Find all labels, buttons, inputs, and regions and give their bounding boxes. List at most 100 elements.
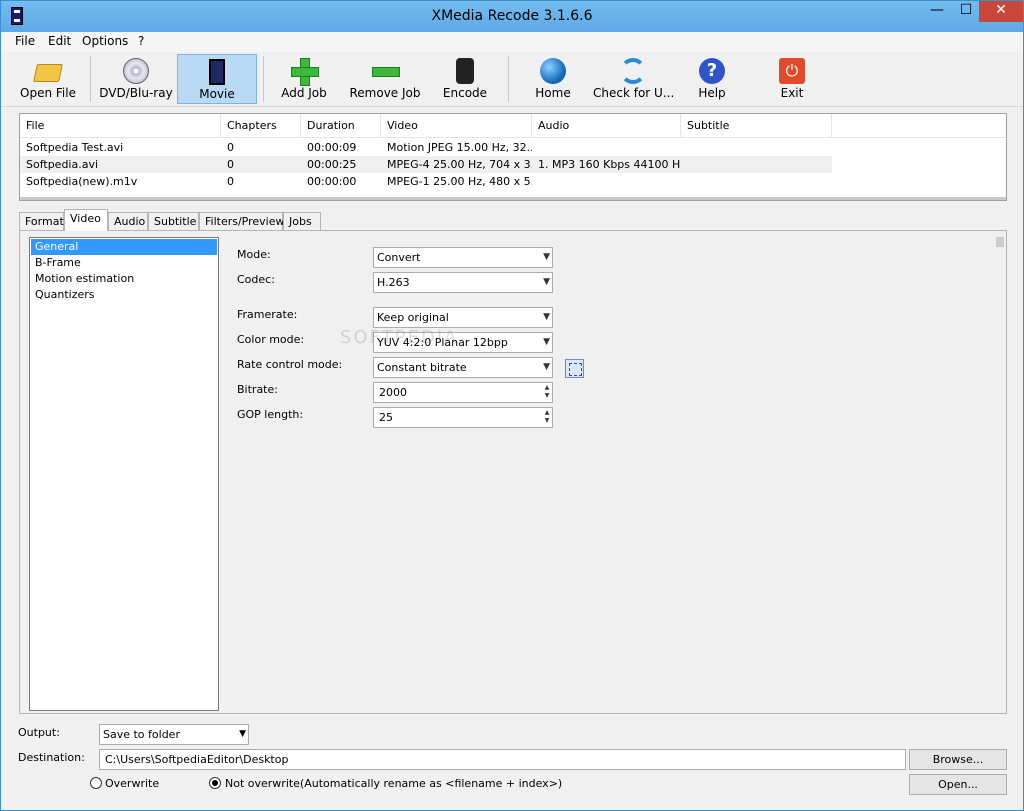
chevron-down-icon: ▼ — [239, 729, 246, 739]
tab-filters-preview[interactable]: Filters/Preview — [199, 212, 285, 231]
bitrate-label: Bitrate: — [237, 383, 278, 396]
color-mode-label: Color mode: — [237, 333, 305, 346]
remove-job-button[interactable]: Remove Job — [346, 54, 424, 104]
column-header-duration[interactable]: Duration — [301, 114, 381, 138]
nav-item-bframe[interactable]: B-Frame — [31, 255, 217, 271]
tab-video[interactable]: Video — [64, 209, 108, 231]
encode-button[interactable]: Encode — [434, 54, 496, 104]
video-settings-nav: General B-Frame Motion estimation Quanti… — [29, 237, 219, 711]
codec-select-value: H.263 — [377, 276, 410, 289]
power-icon: ⏻ — [779, 58, 805, 84]
table-row[interactable]: Softpedia(new).m1v 0 00:00:00 MPEG-1 25.… — [20, 173, 832, 190]
nav-item-motion-estimation[interactable]: Motion estimation — [31, 271, 217, 287]
file-list[interactable]: File Chapters Duration Video Audio Subti… — [19, 113, 1007, 201]
help-button[interactable]: ? Help — [683, 54, 741, 104]
destination-label: Destination: — [18, 751, 85, 764]
nav-item-quantizers[interactable]: Quantizers — [31, 287, 217, 303]
menu-help[interactable]: ? — [136, 34, 146, 48]
movie-button[interactable]: Movie — [177, 54, 257, 104]
movie-label: Movie — [199, 87, 235, 101]
video-tab-panel: General B-Frame Motion estimation Quanti… — [19, 230, 1007, 714]
browse-button[interactable]: Browse... — [909, 749, 1007, 770]
app-window: XMedia Recode 3.1.6.6 — ☐ ✕ File Edit Op… — [0, 0, 1024, 811]
maximize-button[interactable]: ☐ — [952, 1, 980, 22]
bitrate-stepper[interactable]: 2000 ▲ ▼ — [373, 382, 553, 403]
remove-job-label: Remove Job — [349, 86, 421, 100]
spin-arrows-icon[interactable]: ▲ ▼ — [543, 384, 551, 401]
not-overwrite-label[interactable]: Not overwrite(Automatically rename as <f… — [225, 777, 562, 790]
output-label: Output: — [18, 726, 60, 739]
tab-jobs[interactable]: Jobs — [283, 212, 321, 231]
home-button[interactable]: Home — [523, 54, 583, 104]
cell-video: MPEG-1 25.00 Hz, 480 x 5... — [387, 175, 532, 188]
framerate-select[interactable]: Keep original ▼ — [373, 307, 553, 328]
chevron-down-icon: ▼ — [543, 252, 550, 262]
not-overwrite-radio[interactable] — [209, 777, 221, 789]
tab-format[interactable]: Format — [19, 212, 64, 231]
column-header-file[interactable]: File — [20, 114, 221, 138]
open-file-label: Open File — [20, 86, 76, 100]
add-job-button[interactable]: Add Job — [273, 54, 335, 104]
column-header-subtitle[interactable]: Subtitle — [681, 114, 832, 138]
spin-arrows-icon[interactable]: ▲ ▼ — [543, 409, 551, 426]
overwrite-radio[interactable] — [90, 777, 102, 789]
cell-subtitle — [681, 156, 832, 173]
calculator-icon[interactable] — [565, 359, 584, 378]
check-updates-button[interactable]: Check for U... — [593, 54, 674, 104]
folder-icon — [33, 64, 63, 82]
title-bar[interactable]: XMedia Recode 3.1.6.6 — ☐ ✕ — [1, 1, 1023, 32]
gop-length-stepper[interactable]: 25 ▲ ▼ — [373, 407, 553, 428]
nav-item-general[interactable]: General — [31, 239, 217, 255]
encode-label: Encode — [442, 86, 488, 100]
cell-video: Motion JPEG 15.00 Hz, 32... — [387, 141, 532, 154]
toolbar-separator — [90, 56, 91, 102]
home-label: Home — [535, 86, 571, 100]
file-list-header: File Chapters Duration Video Audio Subti… — [20, 114, 1006, 138]
close-button[interactable]: ✕ — [979, 1, 1023, 22]
open-button[interactable]: Open... — [909, 774, 1007, 795]
rate-control-select[interactable]: Constant bitrate ▼ — [373, 357, 553, 378]
framerate-select-value: Keep original — [377, 311, 449, 324]
add-job-label: Add Job — [281, 86, 327, 100]
watermark: SOFTPEDIA — [340, 327, 459, 348]
cell-audio — [532, 139, 681, 156]
film-icon — [209, 59, 225, 85]
column-header-chapters[interactable]: Chapters — [221, 114, 301, 138]
cell-duration: 00:00:25 — [307, 158, 357, 171]
menu-options[interactable]: Options — [80, 34, 130, 48]
framerate-label: Framerate: — [237, 308, 298, 321]
destination-input[interactable]: C:\Users\SoftpediaEditor\Desktop — [99, 749, 906, 770]
help-label: Help — [698, 86, 726, 100]
exit-button[interactable]: ⏻ Exit — [763, 54, 821, 104]
exit-label: Exit — [780, 86, 804, 100]
overwrite-label[interactable]: Overwrite — [105, 777, 159, 790]
codec-select[interactable]: H.263 ▼ — [373, 272, 553, 293]
toolbar-separator — [263, 56, 264, 102]
horizontal-scrollbar[interactable] — [20, 197, 1006, 200]
column-header-audio[interactable]: Audio — [532, 114, 681, 138]
cell-duration: 00:00:09 — [307, 141, 357, 154]
mode-label: Mode: — [237, 248, 271, 261]
cell-file: Softpedia(new).m1v — [26, 175, 138, 188]
menu-file[interactable]: File — [13, 34, 37, 48]
vertical-scrollbar[interactable] — [996, 237, 1004, 711]
menu-edit[interactable]: Edit — [46, 34, 73, 48]
cell-file: Softpedia Test.avi — [26, 141, 124, 154]
table-row[interactable]: Softpedia Test.avi 0 00:00:09 Motion JPE… — [20, 139, 832, 156]
tab-audio[interactable]: Audio — [108, 212, 148, 231]
globe-icon — [540, 58, 566, 84]
minimize-button[interactable]: — — [922, 1, 952, 22]
open-file-button[interactable]: Open File — [15, 54, 81, 104]
encode-icon — [456, 58, 474, 84]
cell-file: Softpedia.avi — [26, 158, 99, 171]
cell-chapters: 0 — [227, 141, 234, 154]
column-header-video[interactable]: Video — [381, 114, 532, 138]
mode-select[interactable]: Convert ▼ — [373, 247, 553, 268]
table-row[interactable]: Softpedia.avi 0 00:00:25 MPEG-4 25.00 Hz… — [20, 156, 832, 173]
cell-video: MPEG-4 25.00 Hz, 704 x 3... — [387, 158, 532, 171]
tab-subtitle[interactable]: Subtitle — [148, 212, 199, 231]
output-select[interactable]: Save to folder ▼ — [99, 724, 249, 745]
dvd-bluray-button[interactable]: DVD/Blu-ray — [97, 54, 175, 104]
scrollbar-thumb[interactable] — [996, 237, 1004, 247]
dvd-bluray-label: DVD/Blu-ray — [99, 86, 173, 100]
